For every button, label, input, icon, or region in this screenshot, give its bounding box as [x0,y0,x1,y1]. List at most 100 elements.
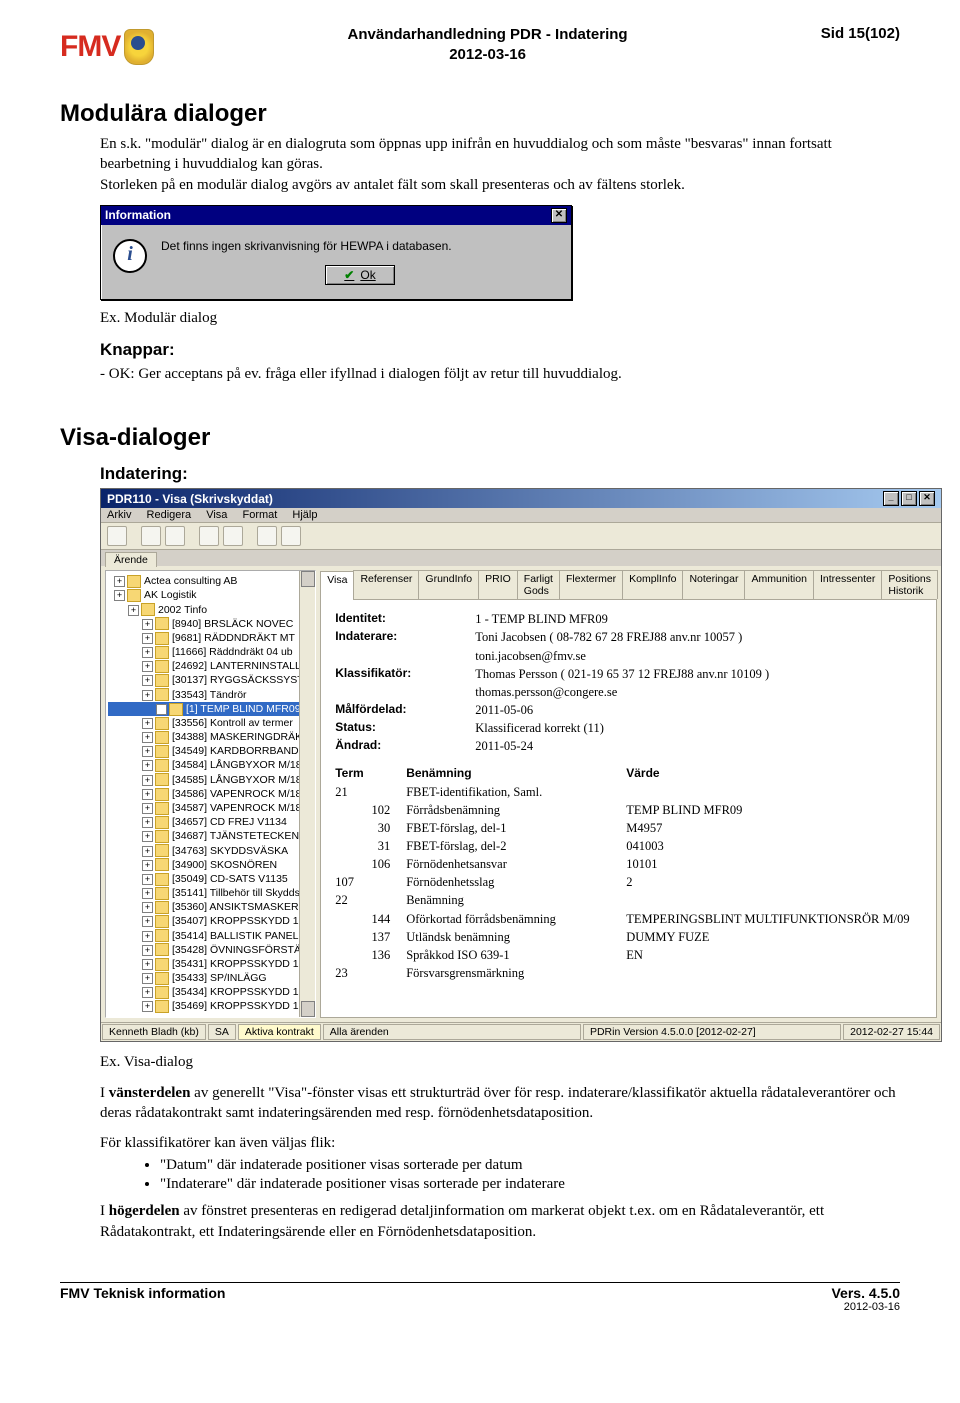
table-row: 30FBET-förslag, del-1M4957 [335,819,922,837]
tree-item[interactable]: +[33556] Kontroll av termer [108,716,313,730]
menu-item[interactable]: Hjälp [292,509,317,521]
table-row: 23Försvarsgrensmärkning [335,964,922,982]
maximize-icon[interactable]: □ [901,491,917,506]
detail-tab[interactable]: Intressenter [813,570,882,599]
klass-value: Thomas Persson ( 021-19 65 37 12 FREJ88 … [475,665,922,683]
page-number: Sid 15(102) [821,25,900,42]
tree-item[interactable]: +[34657] CD FREJ V1134 [108,815,313,829]
tree-item[interactable]: +[35469] KROPPSSKYDD 12 kor [108,999,313,1013]
tree-item[interactable]: +[35407] KROPPSSKYDD 12 [108,914,313,928]
header-title-line2: 2012-03-16 [154,45,820,65]
klass-mail: thomas.persson@congere.se [475,683,922,701]
tree-item[interactable]: +[30137] RYGGSÄCKSSYSTEM [108,673,313,687]
minimize-icon[interactable]: _ [883,491,899,506]
footer-date: 2012-03-16 [831,1301,900,1313]
toolbar-icon[interactable] [141,526,161,546]
table-row: 136Språkkod ISO 639-1EN [335,946,922,964]
table-row: 31FBET-förslag, del-2041003 [335,837,922,855]
header-title: Användarhandledning PDR - Indatering 201… [154,25,820,64]
section-visa-title: Visa-dialoger [60,424,900,452]
th-var: Värde [626,765,922,782]
table-row: 102FörrådsbenämningTEMP BLIND MFR09 [335,801,922,819]
tree-item[interactable]: +[34900] SKOSNÖREN [108,858,313,872]
detail-tab[interactable]: GrundInfo [418,570,479,599]
ok-button[interactable]: ✔ Ok [325,265,394,285]
toolbar-icon[interactable] [199,526,219,546]
app-titlebar: PDR110 - Visa (Skrivskyddat) _ □ ✕ [101,489,941,508]
tree-item[interactable]: +[34763] SKYDDSVÄSKA [108,844,313,858]
detail-tab[interactable]: Farligt Gods [517,570,560,599]
status-bar: Kenneth Bladh (kb) SA Aktiva kontrakt Al… [101,1022,941,1041]
indaterare-mail: toni.jacobsen@fmv.se [475,647,922,665]
detail-tab[interactable]: Positions Historik [881,570,938,599]
status-version: PDRin Version 4.5.0.0 [2012-02-27] [583,1024,841,1040]
header-title-line1: Användarhandledning PDR - Indatering [154,25,820,45]
identitet-label: Identitet: [335,610,475,628]
tree-item[interactable]: +2002 Tinfo [108,603,313,617]
menu-item[interactable]: Redigera [147,509,192,521]
toolbar-icon[interactable] [165,526,185,546]
dialog-titlebar: Information ✕ [101,206,571,225]
tree-item[interactable]: +[35049] CD-SATS V1135 [108,872,313,886]
tree-tab[interactable]: Ärende [105,552,157,567]
tree-item[interactable]: +[34585] LÅNGBYXOR M/1886 I [108,773,313,787]
indaterare-value: Toni Jacobsen ( 08-782 67 28 FREJ88 anv.… [475,628,922,646]
toolbar-icon[interactable] [107,526,127,546]
tree-item[interactable]: +[11666] Räddndräkt 04 ub [108,645,313,659]
term-table: Term Benämning Värde 21FBET-identifikati… [335,765,922,982]
tree-item[interactable]: +[34549] KARDBORRBAND [108,744,313,758]
tree-item[interactable]: +[34687] TJÄNSTETECKEN [108,829,313,843]
dialog-message: Det finns ingen skrivanvisning för HEWPA… [161,239,559,253]
detail-tab[interactable]: KomplInfo [622,570,683,599]
modular-caption: Ex. Modulär dialog [100,308,900,328]
page-header: FMV Användarhandledning PDR - Indatering… [60,25,900,65]
detail-tab[interactable]: PRIO [478,570,518,599]
indaterare-label: Indaterare: [335,628,475,646]
tree-item[interactable]: +Actea consulting AB [108,574,313,588]
tree-item[interactable]: +[34388] MASKERINGDRÄKT M [108,730,313,744]
detail-tab[interactable]: Flextermer [559,570,623,599]
menu-item[interactable]: Visa [206,509,227,521]
close-icon[interactable]: ✕ [919,491,935,506]
tree-item[interactable]: +AK Logistik [108,588,313,602]
tree-item[interactable]: +[35433] SP/INLÄGG [108,971,313,985]
tree-item[interactable]: +[35428] ÖVNINGSFÖRSTÄRKN [108,943,313,957]
table-row: 22Benämning [335,891,922,909]
detail-tab[interactable]: Ammunition [744,570,813,599]
tree-item[interactable]: +[8940] BRSLÄCK NOVEC [108,617,313,631]
scrollbar-icon[interactable] [299,571,315,1017]
tree-panel[interactable]: +Actea consulting AB+AK Logistik+2002 Ti… [105,570,316,1018]
tree-item[interactable]: +[35434] KROPPSSKYDD 12 SP [108,985,313,999]
tree-item[interactable]: +[35360] ANSIKTSMASKERINGS [108,900,313,914]
tree-item[interactable]: +[35414] BALLISTIK PANELER/I [108,929,313,943]
tree-item[interactable]: +[35431] KROPPSSKYDD 12 DC [108,957,313,971]
tree-item[interactable]: +[9681] RÄDDNDRÄKT MT [108,631,313,645]
detail-tab[interactable]: Referenser [353,570,419,599]
toolbar-icon[interactable] [281,526,301,546]
menu-item[interactable]: Arkiv [107,509,131,521]
close-icon[interactable]: ✕ [551,208,567,223]
tree-item[interactable]: +[24692] LANTERNINSTALLATI [108,659,313,673]
tree-item[interactable]: +[34584] LÅNGBYXOR M/1886 [108,758,313,772]
table-row: 107Förnödenhetsslag2 [335,873,922,891]
toolbar-icon[interactable] [223,526,243,546]
tree-item[interactable]: +[35141] Tillbehör till Skyddsväsk [108,886,313,900]
tree-item[interactable]: +[1] TEMP BLIND MFR09 [108,702,313,716]
visa-para1: I vänsterdelen av generellt "Visa"-fönst… [100,1083,900,1124]
status-timestamp: 2012-02-27 15:44 [843,1024,940,1040]
th-ben: Benämning [406,765,626,782]
dialog-body: Det finns ingen skrivanvisning för HEWPA… [101,225,571,299]
tree-item[interactable]: +[34587] VAPENROCK M/1886 I [108,801,313,815]
toolbar-icon[interactable] [257,526,277,546]
detail-tab[interactable]: Visa [320,571,354,600]
visa-caption: Ex. Visa-dialog [100,1052,900,1072]
detail-tab[interactable]: Noteringar [682,570,745,599]
tree-item[interactable]: +[33543] Tändrör [108,688,313,702]
status-value: Klassificerad korrekt (11) [475,719,922,737]
detail-area: VisaReferenserGrundInfoPRIOFarligt GodsF… [320,570,937,1018]
status-aktiva: Aktiva kontrakt [238,1024,321,1040]
fmv-logo: FMV [60,29,154,65]
menu-item[interactable]: Format [242,509,277,521]
tree-item[interactable]: +[34586] VAPENROCK M/1886 [108,787,313,801]
mal-value: 2011-05-06 [475,701,922,719]
